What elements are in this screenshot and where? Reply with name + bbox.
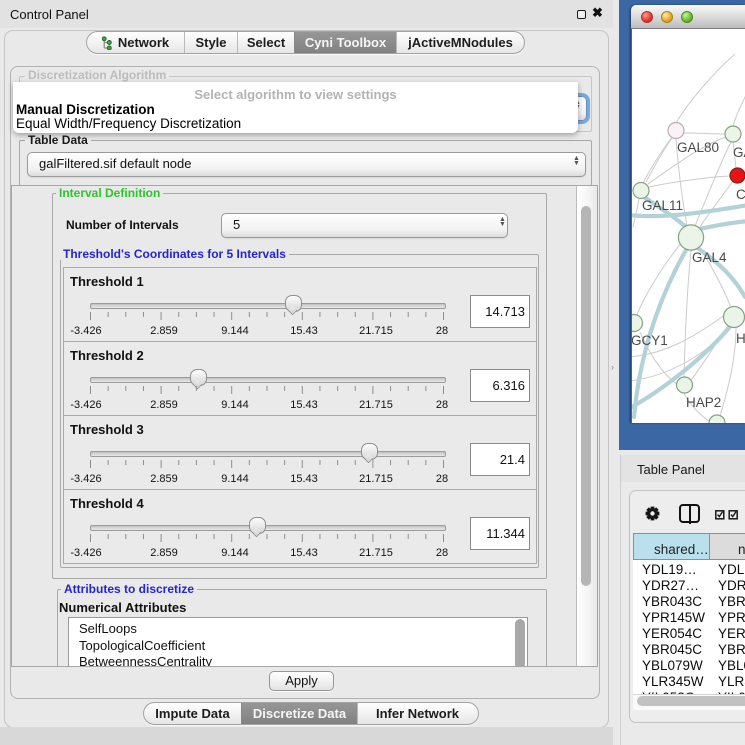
svg-text:H: H bbox=[736, 331, 745, 346]
svg-text:GA: GA bbox=[733, 145, 745, 160]
svg-text:GAL11: GAL11 bbox=[642, 198, 683, 213]
svg-text:HAP2: HAP2 bbox=[686, 395, 721, 410]
svg-text:GAL80: GAL80 bbox=[677, 140, 719, 155]
svg-text:C: C bbox=[736, 187, 745, 202]
svg-text:GAL4: GAL4 bbox=[692, 250, 727, 265]
svg-text:GCY1: GCY1 bbox=[632, 333, 668, 348]
